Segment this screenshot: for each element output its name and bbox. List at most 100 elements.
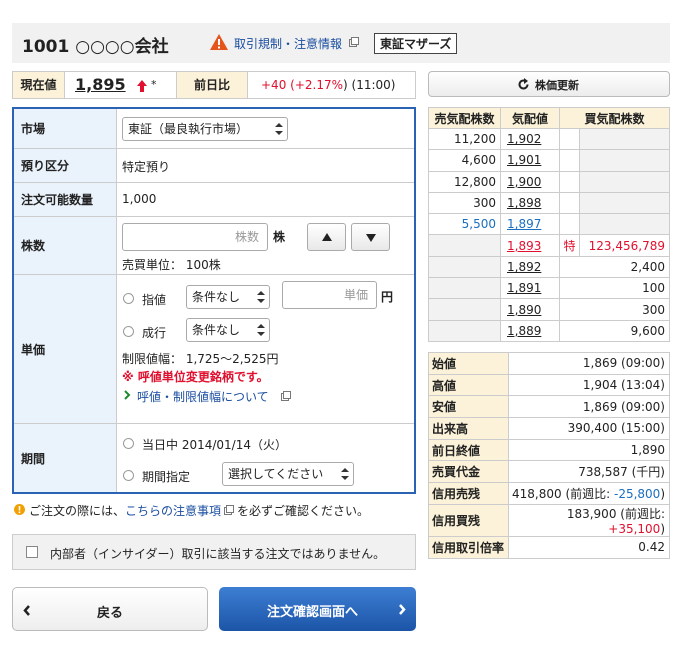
- stat-row: 前日終値 1,890: [428, 438, 670, 462]
- refresh-quote-button[interactable]: 株価更新: [428, 71, 670, 97]
- price-row: 単価 指値 条件なし 単価 円 成行 条件なし 制限値幅： 1,725～2,52…: [14, 275, 414, 424]
- quote-price[interactable]: 1,892: [507, 260, 541, 274]
- stat-value: 183,900 (前週比: +35,100): [508, 503, 670, 537]
- buy-qty: 9,600: [559, 319, 670, 342]
- refresh-icon: [518, 78, 529, 90]
- quote-price[interactable]: 1,897: [507, 217, 541, 231]
- quantity-row: 株数 株数 株 売買単位： 100株: [14, 217, 414, 275]
- notice-link[interactable]: こちらの注意事項: [125, 504, 221, 518]
- stat-label: 始値: [428, 352, 509, 375]
- stat-value: 1,890: [508, 438, 670, 462]
- info-icon: [14, 504, 25, 515]
- prev-change-label: 前日比: [176, 72, 248, 98]
- period-select[interactable]: 選択してください: [222, 462, 354, 486]
- special-quote-mark: 特: [559, 234, 581, 257]
- sell-row: 300 1,898: [428, 191, 670, 215]
- special-quote-row: 1,893 特 123,456,789: [428, 234, 670, 257]
- stat-row: 売買代金 738,587 (千円): [428, 460, 670, 484]
- limit-condition-value: 条件なし: [192, 290, 241, 304]
- notice-text-before: ご注文の際には、: [29, 504, 126, 518]
- tick-warning: ※ 呼値単位変更銘柄です。: [122, 370, 269, 384]
- quote-stats: 始値 1,869 (09:00) 高値 1,904 (13:04) 安値 1,869 …: [428, 352, 670, 559]
- stat-value-main: 183,900 (前週比:: [566, 506, 665, 521]
- quote-price[interactable]: 1,889: [507, 324, 541, 338]
- account-value: 特定預り: [122, 160, 171, 174]
- account-label: 預り区分: [14, 149, 117, 182]
- stat-value-change: -25,800: [613, 486, 661, 501]
- stat-row: 信用買残 183,900 (前週比: +35,100): [428, 503, 670, 537]
- select-caret-icon: [257, 324, 265, 336]
- quantity-down-button[interactable]: [351, 223, 390, 251]
- price-label: 単価: [14, 275, 117, 423]
- stat-value: 418,800 (前週比: -25,800): [508, 482, 670, 505]
- available-value: 1,000: [122, 192, 157, 206]
- quote-price[interactable]: 1,902: [507, 132, 541, 146]
- up-arrow-icon: [137, 80, 147, 92]
- confirm-order-button[interactable]: 注文確認画面へ: [219, 587, 416, 631]
- period-specify-radio[interactable]: [123, 470, 134, 481]
- quote-price[interactable]: 1,891: [507, 281, 541, 295]
- price-change: +40 (+2.17%) (11:00): [261, 78, 395, 92]
- sell-row: 12,800 1,900: [428, 170, 670, 193]
- price-header: 気配値: [499, 107, 561, 129]
- stat-row: 出来高 390,400 (15:00): [428, 417, 670, 440]
- quantity-up-button[interactable]: [307, 223, 346, 251]
- order-form: 市場 東証（最良執行市場） 預り区分 特定預り 注文可能数量 1,000 株数 …: [12, 107, 416, 494]
- quote-price[interactable]: 1,900: [507, 175, 541, 189]
- market-order-radio[interactable]: [123, 326, 134, 337]
- stat-row: 信用売残 418,800 (前週比: -25,800): [428, 482, 670, 505]
- sell-row: 11,200 1,902: [428, 127, 670, 151]
- price-star: *: [151, 78, 157, 91]
- quote-price[interactable]: 1,898: [507, 196, 541, 210]
- period-label: 期間: [14, 424, 117, 492]
- order-book-header: 売気配株数 気配値 買気配株数: [428, 107, 670, 129]
- buy-qty: 300: [559, 298, 670, 321]
- sell-row: 5,500 1,897: [428, 213, 670, 236]
- sell-qty: 300: [428, 191, 501, 215]
- insider-checkbox[interactable]: [26, 546, 38, 558]
- notice-text-after: を必ずご確認ください。: [237, 504, 370, 518]
- stat-label: 安値: [428, 395, 509, 419]
- quote-price[interactable]: 1,901: [507, 153, 541, 167]
- stat-label: 信用取引倍率: [428, 535, 509, 559]
- regulation-link[interactable]: 取引規制・注意情報: [234, 35, 342, 52]
- insider-label: 内部者（インサイダー）取引に該当する注文ではありません。: [50, 547, 386, 561]
- change-percent: +2.17%: [294, 78, 344, 92]
- quote-price[interactable]: 1,893: [507, 239, 541, 253]
- buy-qty: 123,456,789: [579, 234, 670, 257]
- tick-rule-link[interactable]: 呼値・制限値幅について: [137, 388, 269, 405]
- limit-order-radio[interactable]: [123, 293, 134, 304]
- change-amount: +40 (: [261, 78, 295, 92]
- stat-value: 1,869 (09:00): [508, 395, 670, 419]
- external-window-icon: [281, 391, 291, 401]
- stat-label: 前日終値: [428, 438, 509, 462]
- price-unit: 円: [381, 290, 394, 304]
- insider-confirm[interactable]: 内部者（インサイダー）取引に該当する注文ではありません。: [12, 534, 416, 570]
- account-row: 預り区分 特定預り: [14, 149, 414, 183]
- market-row: 市場 東証（最良執行市場）: [14, 109, 414, 149]
- buy-qty: 2,400: [559, 255, 670, 279]
- sell-qty: 4,600: [428, 149, 501, 172]
- page-header: 1001 ○○○○会社 取引規制・注意情報 東証マザーズ: [12, 23, 670, 63]
- stat-row: 信用取引倍率 0.42: [428, 535, 670, 559]
- price-input[interactable]: 単価: [282, 281, 377, 309]
- buy-row: 1,890 300: [428, 298, 670, 321]
- limit-condition-select[interactable]: 条件なし: [186, 285, 270, 309]
- quote-price[interactable]: 1,890: [507, 303, 541, 317]
- quantity-input[interactable]: 株数: [122, 223, 268, 251]
- market-condition-select[interactable]: 条件なし: [186, 318, 270, 342]
- period-row: 期間 当日中 2014/01/14（火） 期間指定 選択してください: [14, 424, 414, 492]
- market-select[interactable]: 東証（最良執行市場）: [122, 117, 288, 141]
- market-order-label: 成行: [142, 326, 167, 340]
- page-title: 1001 ○○○○会社: [22, 37, 169, 57]
- quantity-label: 株数: [14, 217, 117, 274]
- period-today-radio[interactable]: [123, 438, 134, 449]
- stat-label: 高値: [428, 373, 509, 397]
- stat-value: 390,400 (15:00): [508, 417, 670, 440]
- stat-value: 1,869 (09:00): [508, 352, 670, 375]
- price-bar: 現在値 1,895 * 前日比 +40 (+2.17%) (11:00): [12, 71, 416, 99]
- refresh-label: 株価更新: [535, 79, 579, 92]
- back-button[interactable]: 戻る: [12, 587, 208, 631]
- limit-order-label: 指値: [142, 293, 167, 307]
- chevron-right-icon: [124, 390, 131, 400]
